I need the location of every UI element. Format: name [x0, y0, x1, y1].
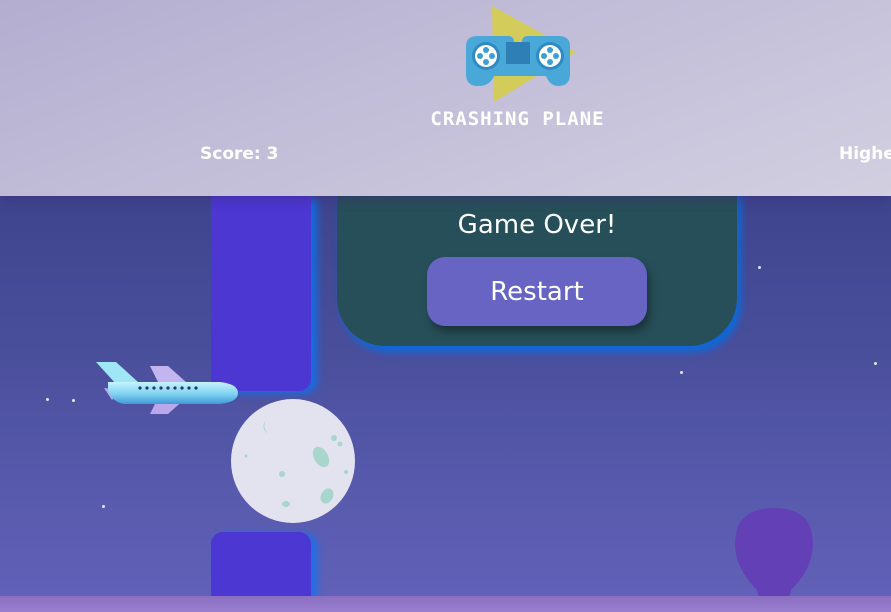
star: [72, 399, 75, 402]
star: [102, 505, 105, 508]
restart-button[interactable]: Restart: [427, 257, 647, 326]
high-score-display: Highe: [839, 144, 891, 164]
game-title: CRASHING PLANE: [430, 108, 605, 130]
star: [758, 266, 761, 269]
star: [680, 371, 683, 374]
balloon-icon: [735, 508, 813, 596]
star: [874, 362, 877, 365]
ground-strip: [0, 596, 891, 612]
gamepad-logo-icon: [466, 6, 576, 102]
star: [46, 398, 49, 401]
airplane-icon: [96, 362, 238, 414]
bottom-pipe-obstacle: [211, 532, 311, 596]
score-display: Score: 3: [200, 144, 279, 164]
game-header: CRASHING PLANE Score: 3 Highe: [0, 0, 891, 196]
game-over-title: Game Over!: [457, 210, 617, 240]
moon-icon: [231, 399, 355, 523]
game-over-modal: Game Over! Restart: [337, 178, 737, 346]
